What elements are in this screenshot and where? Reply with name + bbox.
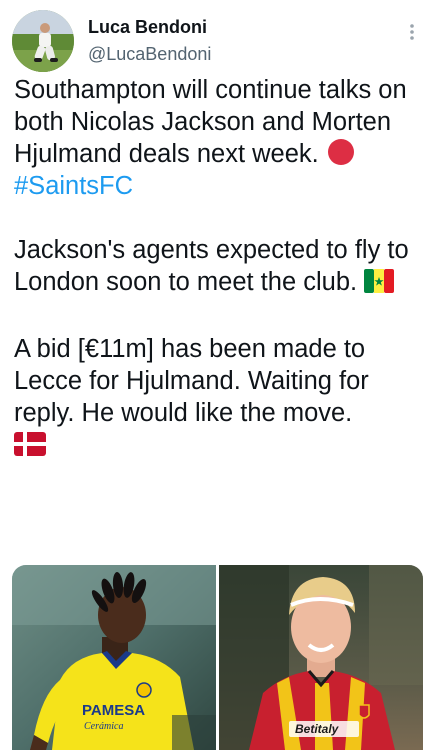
avatar[interactable] [12,10,74,72]
more-options-button[interactable] [400,20,424,44]
tweet-paragraph-3-text: A bid [€11m] has been made to Lecce for … [14,335,369,427]
more-vertical-icon [410,24,414,40]
photo-jackson-image: PAMESA Cerámica [12,565,216,750]
media-photo-jackson[interactable]: PAMESA Cerámica [12,565,216,750]
tweet-paragraph-1: Southampton will continue talks on both … [14,74,426,202]
photo-hjulmand-image: Betitaly [219,565,423,750]
tweet-text: Southampton will continue talks on both … [14,74,426,464]
left-shirt-sponsor: PAMESA [82,702,145,719]
denmark-flag-icon [14,432,46,464]
senegal-flag-icon [364,269,395,301]
right-shirt-sponsor: Betitaly [295,722,340,736]
red-circle-emoji-icon [327,139,354,165]
author-name[interactable]: Luca Bendoni [88,17,207,38]
author-handle[interactable]: @LucaBendoni [88,44,211,65]
left-shirt-sponsor-sub: Cerámica [84,721,123,732]
tweet-paragraph-3: A bid [€11m] has been made to Lecce for … [14,333,426,464]
tweet-paragraph-2: Jackson's agents expected to fly to Lond… [14,234,426,301]
tweet-paragraph-2-text: Jackson's agents expected to fly to Lond… [14,236,409,296]
hashtag-link[interactable]: #SaintsFC [14,172,133,200]
avatar-image [12,10,74,72]
tweet-media[interactable]: PAMESA Cerámica Betitaly [12,565,423,750]
tweet-card: Luca Bendoni @LucaBendoni Southampton wi… [0,0,435,750]
media-photo-hjulmand[interactable]: Betitaly [219,565,423,750]
